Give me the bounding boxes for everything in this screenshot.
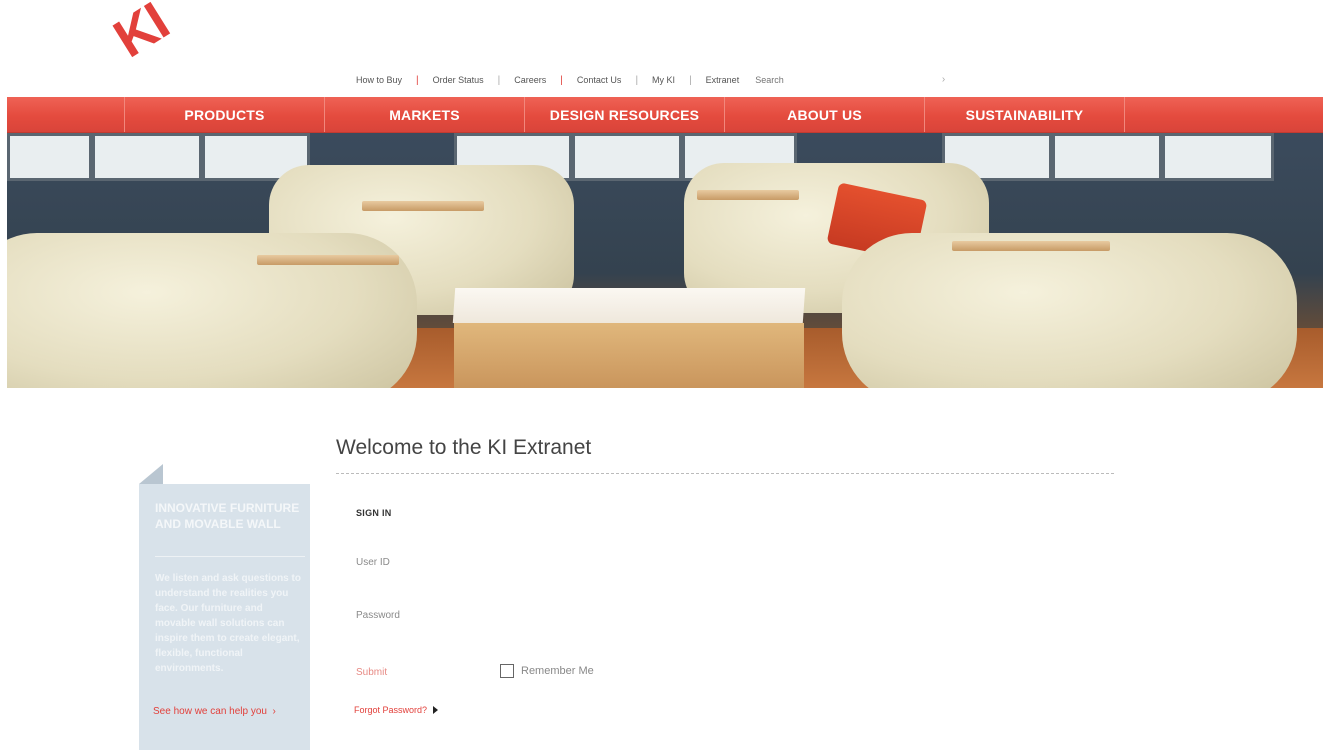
tablet-arm bbox=[952, 241, 1110, 251]
search-box: › bbox=[755, 73, 945, 87]
ki-logo[interactable]: KI bbox=[103, 0, 178, 70]
window bbox=[7, 133, 92, 181]
utility-link-extranet[interactable]: Extranet bbox=[706, 75, 740, 85]
utility-link-careers[interactable]: Careers bbox=[514, 75, 546, 85]
promo-heading: INNOVATIVE FURNITURE AND MOVABLE WALL bbox=[155, 501, 300, 531]
page: KI How to Buy | Order Status | Careers |… bbox=[0, 0, 1323, 750]
promo-panel: INNOVATIVE FURNITURE AND MOVABLE WALL We… bbox=[139, 484, 310, 750]
utility-nav: How to Buy | Order Status | Careers | Co… bbox=[356, 73, 1118, 87]
main-nav-spacer bbox=[1125, 97, 1323, 132]
window bbox=[1162, 133, 1274, 181]
promo-cta-link[interactable]: See how we can help you › bbox=[153, 705, 283, 719]
tablet-arm bbox=[697, 190, 799, 200]
title-divider bbox=[336, 473, 1114, 474]
utility-link-order-status[interactable]: Order Status bbox=[433, 75, 484, 85]
main-nav-design-resources[interactable]: DESIGN RESOURCES bbox=[525, 97, 725, 132]
utility-link-contact-us[interactable]: Contact Us bbox=[577, 75, 622, 85]
promo-divider bbox=[155, 556, 305, 557]
utility-separator: | bbox=[635, 74, 639, 86]
remember-me-checkbox[interactable] bbox=[500, 664, 514, 678]
utility-separator: | bbox=[497, 74, 501, 86]
main-nav: PRODUCTS MARKETS DESIGN RESOURCES ABOUT … bbox=[7, 97, 1323, 133]
user-id-input[interactable] bbox=[420, 555, 660, 571]
utility-separator: | bbox=[416, 74, 419, 86]
coffee-table-base bbox=[454, 323, 804, 388]
sign-in-heading: SIGN IN bbox=[356, 508, 392, 518]
promo-body: We listen and ask questions to understan… bbox=[155, 573, 301, 674]
utility-link-my-ki[interactable]: My KI bbox=[652, 75, 675, 85]
remember-me: Remember Me bbox=[500, 664, 594, 678]
tablet-arm bbox=[362, 201, 484, 211]
search-input[interactable] bbox=[755, 73, 926, 87]
remember-me-label: Remember Me bbox=[521, 665, 594, 677]
window bbox=[92, 133, 202, 181]
password-input[interactable] bbox=[420, 608, 660, 624]
promo-cta-text: See how we can help you bbox=[153, 706, 267, 717]
coffee-table-top bbox=[452, 288, 806, 323]
main-nav-markets[interactable]: MARKETS bbox=[325, 97, 525, 132]
page-title: Welcome to the KI Extranet bbox=[336, 436, 592, 459]
hero-image bbox=[7, 133, 1323, 388]
arrow-right-icon bbox=[433, 706, 439, 714]
window bbox=[1052, 133, 1162, 181]
lounge-chair bbox=[842, 233, 1297, 388]
utility-separator: | bbox=[689, 74, 692, 86]
chevron-right-icon[interactable]: › bbox=[942, 74, 945, 85]
submit-button[interactable]: Submit bbox=[356, 667, 387, 678]
main-nav-spacer bbox=[7, 97, 125, 132]
chevron-right-icon: › bbox=[269, 706, 276, 717]
utility-separator: | bbox=[560, 74, 563, 86]
utility-link-how-to-buy[interactable]: How to Buy bbox=[356, 75, 402, 85]
password-label: Password bbox=[356, 610, 400, 621]
forgot-password-text: Forgot Password? bbox=[354, 705, 428, 715]
main-nav-sustainability[interactable]: SUSTAINABILITY bbox=[925, 97, 1125, 132]
user-id-label: User ID bbox=[356, 557, 390, 568]
main-nav-products[interactable]: PRODUCTS bbox=[125, 97, 325, 132]
promo-tab-corner bbox=[139, 464, 163, 484]
forgot-password-link[interactable]: Forgot Password? bbox=[354, 705, 439, 715]
window bbox=[572, 133, 682, 181]
main-nav-about-us[interactable]: ABOUT US bbox=[725, 97, 925, 132]
tablet-arm bbox=[257, 255, 399, 265]
